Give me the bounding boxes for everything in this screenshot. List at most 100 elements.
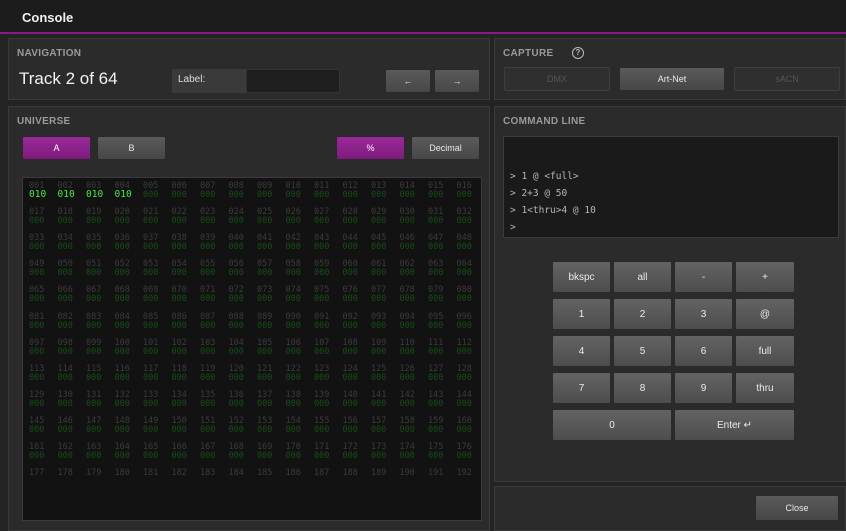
channel-cell[interactable]: 186 bbox=[285, 466, 311, 488]
channel-cell[interactable]: 184 bbox=[228, 466, 254, 488]
channel-cell[interactable]: 074 000 bbox=[285, 283, 311, 305]
channel-cell[interactable]: 126 000 bbox=[399, 362, 425, 384]
channel-cell[interactable]: 142 000 bbox=[399, 388, 425, 410]
channel-cell[interactable]: 030 000 bbox=[399, 205, 425, 227]
channel-cell[interactable]: 061 000 bbox=[370, 257, 396, 279]
capture-dmx-button[interactable]: DMX bbox=[504, 67, 610, 91]
question-circle-icon[interactable]: ? bbox=[572, 47, 584, 59]
key-3[interactable]: 3 bbox=[674, 298, 733, 330]
key-6[interactable]: 6 bbox=[674, 335, 733, 367]
channel-cell[interactable]: 192 bbox=[456, 466, 482, 488]
channel-cell[interactable]: 086 000 bbox=[171, 310, 197, 332]
channel-cell[interactable]: 129 000 bbox=[28, 388, 54, 410]
channel-cell[interactable]: 107 000 bbox=[313, 336, 339, 358]
key-1[interactable]: 1 bbox=[552, 298, 611, 330]
channel-cell[interactable]: 088 000 bbox=[228, 310, 254, 332]
channel-cell[interactable]: 043 000 bbox=[313, 231, 339, 253]
channel-cell[interactable]: 185 bbox=[256, 466, 282, 488]
channel-cell[interactable]: 111 000 bbox=[427, 336, 453, 358]
channel-cell[interactable]: 073 000 bbox=[256, 283, 282, 305]
channel-cell[interactable]: 028 000 bbox=[342, 205, 368, 227]
channel-cell[interactable]: 021 000 bbox=[142, 205, 168, 227]
channel-cell[interactable]: 155 000 bbox=[313, 414, 339, 436]
channel-cell[interactable]: 046 000 bbox=[399, 231, 425, 253]
channel-cell[interactable]: 051 000 bbox=[85, 257, 111, 279]
channel-cell[interactable]: 121 000 bbox=[256, 362, 282, 384]
channel-cell[interactable]: 146 000 bbox=[57, 414, 83, 436]
channel-cell[interactable]: 149 000 bbox=[142, 414, 168, 436]
key-9[interactable]: 9 bbox=[674, 372, 733, 404]
channel-cell[interactable]: 177 bbox=[28, 466, 54, 488]
channel-cell[interactable]: 052 000 bbox=[114, 257, 140, 279]
channel-cell[interactable]: 092 000 bbox=[342, 310, 368, 332]
channel-cell[interactable]: 175 000 bbox=[427, 440, 453, 462]
channel-cell[interactable]: 082 000 bbox=[57, 310, 83, 332]
key-full[interactable]: full bbox=[735, 335, 795, 367]
channel-cell[interactable]: 104 000 bbox=[228, 336, 254, 358]
channel-cell[interactable]: 170 000 bbox=[285, 440, 311, 462]
channel-cell[interactable]: 032 000 bbox=[456, 205, 482, 227]
channel-cell[interactable]: 005 000 bbox=[142, 179, 168, 201]
channel-cell[interactable]: 162 000 bbox=[57, 440, 83, 462]
channel-cell[interactable]: 053 000 bbox=[142, 257, 168, 279]
channel-cell[interactable]: 098 000 bbox=[57, 336, 83, 358]
channel-cell[interactable]: 084 000 bbox=[114, 310, 140, 332]
channel-cell[interactable]: 114 000 bbox=[57, 362, 83, 384]
channel-cell[interactable]: 165 000 bbox=[142, 440, 168, 462]
key-all[interactable]: all bbox=[613, 261, 672, 293]
channel-cell[interactable]: 171 000 bbox=[313, 440, 339, 462]
channel-cell[interactable]: 042 000 bbox=[285, 231, 311, 253]
channel-cell[interactable]: 179 bbox=[85, 466, 111, 488]
channel-cell[interactable]: 135 000 bbox=[199, 388, 225, 410]
channel-cell[interactable]: 006 000 bbox=[171, 179, 197, 201]
channel-cell[interactable]: 144 000 bbox=[456, 388, 482, 410]
channel-cell[interactable]: 093 000 bbox=[370, 310, 396, 332]
channel-cell[interactable]: 055 000 bbox=[199, 257, 225, 279]
key-at[interactable]: @ bbox=[735, 298, 795, 330]
channel-cell[interactable]: 002 010 bbox=[57, 179, 83, 201]
channel-cell[interactable]: 019 000 bbox=[85, 205, 111, 227]
channel-cell[interactable]: 112 000 bbox=[456, 336, 482, 358]
channel-cell[interactable]: 095 000 bbox=[427, 310, 453, 332]
channel-cell[interactable]: 160 000 bbox=[456, 414, 482, 436]
channel-cell[interactable]: 056 000 bbox=[228, 257, 254, 279]
channel-cell[interactable]: 156 000 bbox=[342, 414, 368, 436]
label-input[interactable] bbox=[246, 69, 340, 93]
channel-cell[interactable]: 077 000 bbox=[370, 283, 396, 305]
channel-cell[interactable]: 181 bbox=[142, 466, 168, 488]
channel-cell[interactable]: 157 000 bbox=[370, 414, 396, 436]
channel-cell[interactable]: 075 000 bbox=[313, 283, 339, 305]
channel-cell[interactable]: 172 000 bbox=[342, 440, 368, 462]
channel-cell[interactable]: 080 000 bbox=[456, 283, 482, 305]
channel-cell[interactable]: 103 000 bbox=[199, 336, 225, 358]
channel-cell[interactable]: 033 000 bbox=[28, 231, 54, 253]
channel-cell[interactable]: 022 000 bbox=[171, 205, 197, 227]
channel-cell[interactable]: 167 000 bbox=[199, 440, 225, 462]
channel-cell[interactable]: 190 bbox=[399, 466, 425, 488]
channel-cell[interactable]: 001 010 bbox=[28, 179, 54, 201]
channel-cell[interactable]: 003 010 bbox=[85, 179, 111, 201]
channel-cell[interactable]: 083 000 bbox=[85, 310, 111, 332]
channel-cell[interactable]: 174 000 bbox=[399, 440, 425, 462]
channel-cell[interactable]: 115 000 bbox=[85, 362, 111, 384]
channel-cell[interactable]: 023 000 bbox=[199, 205, 225, 227]
channel-cell[interactable]: 009 000 bbox=[256, 179, 282, 201]
channel-cell[interactable]: 058 000 bbox=[285, 257, 311, 279]
channel-cell[interactable]: 041 000 bbox=[256, 231, 282, 253]
channel-cell[interactable]: 048 000 bbox=[456, 231, 482, 253]
channel-cell[interactable]: 047 000 bbox=[427, 231, 453, 253]
channel-cell[interactable]: 159 000 bbox=[427, 414, 453, 436]
channel-cell[interactable]: 096 000 bbox=[456, 310, 482, 332]
universe-tab-a[interactable]: A bbox=[22, 136, 91, 160]
channel-cell[interactable]: 153 000 bbox=[256, 414, 282, 436]
channel-cell[interactable]: 158 000 bbox=[399, 414, 425, 436]
channel-cell[interactable]: 116 000 bbox=[114, 362, 140, 384]
channel-cell[interactable]: 133 000 bbox=[142, 388, 168, 410]
channel-cell[interactable]: 138 000 bbox=[285, 388, 311, 410]
channel-cell[interactable]: 026 000 bbox=[285, 205, 311, 227]
channel-cell[interactable]: 118 000 bbox=[171, 362, 197, 384]
channel-cell[interactable]: 069 000 bbox=[142, 283, 168, 305]
channel-cell[interactable]: 147 000 bbox=[85, 414, 111, 436]
key-4[interactable]: 4 bbox=[552, 335, 611, 367]
channel-cell[interactable]: 188 bbox=[342, 466, 368, 488]
